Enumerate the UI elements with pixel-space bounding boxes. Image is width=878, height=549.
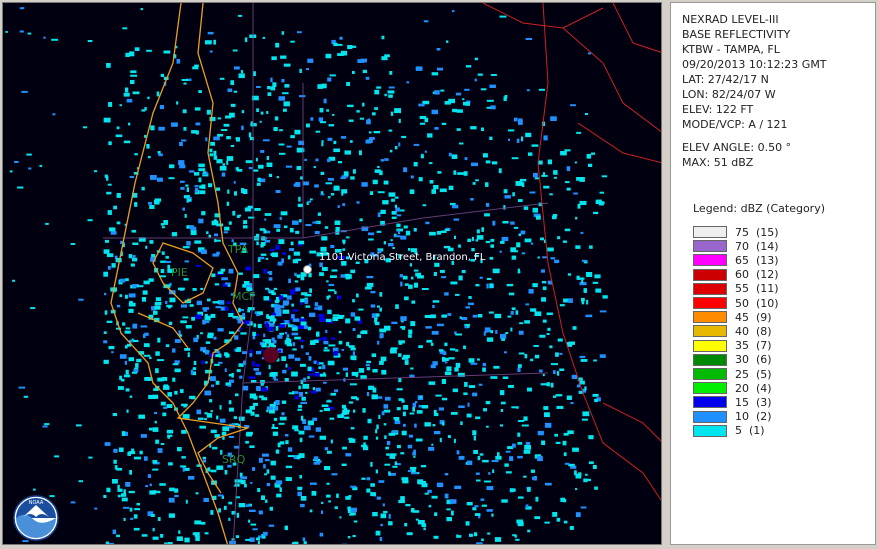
station-tpa: TPA	[228, 243, 249, 256]
legend-label: 75 (15)	[735, 225, 779, 239]
legend-item: 60 (12)	[693, 268, 779, 282]
legend-swatch	[693, 240, 727, 253]
legend-label: 70 (14)	[735, 239, 779, 253]
legend-item: 50 (10)	[693, 296, 779, 310]
legend-item: 5 (1)	[693, 424, 765, 438]
legend-swatch	[693, 325, 727, 338]
legend-swatch	[693, 226, 727, 238]
legend-label: 25 (5)	[735, 367, 772, 381]
elev-angle: ELEV ANGLE: 0.50 °	[682, 141, 792, 154]
longitude: LON: 82/24/07 W	[682, 88, 776, 101]
legend-item: 10 (2)	[693, 410, 772, 424]
radar-reflectivity-image	[5, 3, 661, 544]
legend-swatch	[693, 353, 727, 366]
station-mcf: MCF	[232, 290, 256, 303]
legend-title: Legend: dBZ (Category)	[693, 202, 825, 215]
legend-label: 10 (2)	[735, 410, 772, 424]
legend-item: 45 (9)	[693, 310, 772, 324]
svg-text:NOAA: NOAA	[29, 500, 44, 506]
legend-swatch	[693, 339, 727, 352]
legend-swatch	[693, 410, 727, 423]
legend-label: 5 (1)	[735, 424, 765, 438]
max-reflectivity: MAX: 51 dBZ	[682, 156, 754, 169]
info-panel: NEXRAD LEVEL-III BASE REFLECTIVITY KTBW …	[670, 2, 876, 545]
legend-item: 55 (11)	[693, 282, 779, 296]
legend-label: 50 (10)	[735, 296, 779, 310]
product-type: BASE REFLECTIVITY	[682, 28, 791, 41]
legend-label: 15 (3)	[735, 395, 772, 409]
legend-label: 20 (4)	[735, 381, 772, 395]
legend-label: 40 (8)	[735, 324, 772, 338]
legend-swatch	[693, 268, 727, 281]
product-name: NEXRAD LEVEL-III	[682, 13, 779, 26]
station-srq: SRQ	[222, 453, 246, 466]
legend-label: 60 (12)	[735, 268, 779, 282]
mode-vcp: MODE/VCP: A / 121	[682, 118, 788, 131]
legend-swatch	[693, 297, 727, 309]
legend-item: 75 (15)	[693, 225, 779, 239]
noaa-logo-icon: NOAA	[13, 495, 59, 541]
legend-swatch	[693, 382, 727, 395]
radar-map[interactable]: TPA PIE MCF SRQ 1101 Victoria Street, Br…	[2, 2, 662, 545]
legend-item: 20 (4)	[693, 381, 772, 395]
legend-item: 30 (6)	[693, 353, 772, 367]
legend-swatch	[693, 254, 727, 267]
legend-label: 55 (11)	[735, 282, 779, 296]
station-pie: PIE	[171, 266, 188, 279]
elevation: ELEV: 122 FT	[682, 103, 754, 116]
legend-label: 65 (13)	[735, 253, 779, 267]
legend-swatch	[693, 311, 727, 324]
scan-time: 09/20/2013 10:12:23 GMT	[682, 58, 827, 71]
legend-item: 15 (3)	[693, 395, 772, 409]
legend-item: 65 (13)	[693, 253, 779, 267]
latitude: LAT: 27/42/17 N	[682, 73, 769, 86]
location-marker[interactable]	[303, 265, 312, 274]
legend-item: 25 (5)	[693, 367, 772, 381]
legend-item: 40 (8)	[693, 324, 772, 338]
legend-swatch	[693, 368, 727, 380]
legend-label: 30 (6)	[735, 353, 772, 367]
legend-label: 45 (9)	[735, 310, 772, 324]
location-label: 1101 Victoria Street, Brandon, FL	[319, 252, 486, 263]
legend-swatch	[693, 424, 727, 437]
legend-label: 35 (7)	[735, 339, 772, 353]
legend-item: 35 (7)	[693, 339, 772, 353]
legend-swatch	[693, 282, 727, 295]
radar-station: KTBW - TAMPA, FL	[682, 43, 780, 56]
legend-item: 70 (14)	[693, 239, 779, 253]
legend-swatch	[693, 396, 727, 409]
